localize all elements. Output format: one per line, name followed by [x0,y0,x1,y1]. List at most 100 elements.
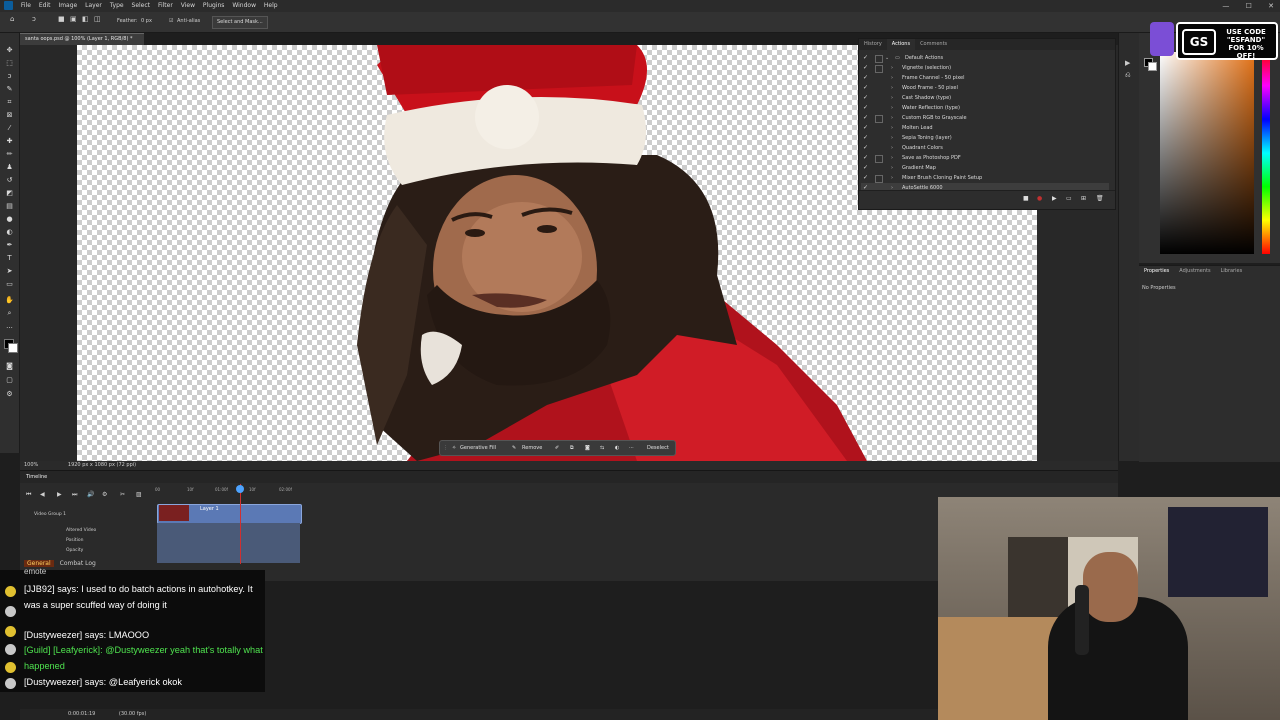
check-icon[interactable]: ✓ [863,63,868,73]
drag-handle-icon[interactable]: ⋮ [443,441,448,455]
healing-brush-tool-icon[interactable]: ✚ [5,138,14,145]
brush-tool-icon[interactable]: ✏ [5,151,14,158]
check-icon[interactable]: ✓ [863,113,868,123]
menu-select[interactable]: Select [129,0,154,12]
chat-channel-icon[interactable] [5,606,16,617]
action-set-row[interactable]: ✓ ⌄ ▭ Default Actions [861,53,1109,63]
tab-adjustments[interactable]: Adjustments [1174,266,1215,277]
chat-scroll-icon[interactable] [5,678,16,689]
collapsed-arrow-icon[interactable]: › [891,103,893,113]
extra-tool-icon[interactable]: ⚙ [5,391,14,398]
subtract-selection-icon[interactable]: ◧ [82,15,89,23]
color-picker-field[interactable] [1160,52,1254,254]
delete-icon[interactable]: 🗑 [1096,195,1104,202]
playhead[interactable] [240,484,241,564]
eraser-tool-icon[interactable]: ◩ [5,190,14,197]
screen-mode-icon[interactable]: ▢ [5,377,14,384]
document-tab[interactable]: santa oops.psd @ 100% (Layer 1, RGB/8) * [20,33,144,45]
action-item[interactable]: ✓ › Mixer Brush Cloning Paint Setup [861,173,1109,183]
check-icon[interactable]: ✓ [863,153,868,163]
check-icon[interactable]: ✓ [863,163,868,173]
close-button[interactable]: ✕ [1268,2,1274,10]
action-item[interactable]: ✓ › Gradient Map [861,163,1109,173]
action-item[interactable]: ✓ › Molten Lead [861,123,1109,133]
add-selection-icon[interactable]: ▣ [70,15,77,23]
more-options-icon[interactable]: ··· [629,441,634,455]
record-icon[interactable]: ● [1037,195,1042,202]
dialog-toggle[interactable] [875,115,883,123]
play-icon[interactable]: ▶ [1052,195,1057,202]
collapsed-arrow-icon[interactable]: › [891,143,893,153]
minimize-button[interactable]: — [1222,2,1229,10]
background-color-swatch[interactable] [8,343,18,353]
action-item[interactable]: ✓ › Custom RGB to Grayscale [861,113,1109,123]
menu-view[interactable]: View [178,0,198,12]
pen-tool-icon[interactable]: ✒ [5,242,14,249]
collapsed-arrow-icon[interactable]: › [891,163,893,173]
gradient-tool-icon[interactable]: ▤ [5,203,14,210]
collapsed-arrow-icon[interactable]: › [891,113,893,123]
blur-tool-icon[interactable]: ● [5,216,14,223]
collapsed-arrow-icon[interactable]: › [891,63,893,73]
track-property[interactable]: Altered Video [66,528,96,533]
generative-fill-button[interactable]: Generative Fill [460,441,496,455]
action-item[interactable]: ✓ › Save as Photoshop PDF [861,153,1109,163]
dialog-toggle[interactable] [875,65,883,73]
check-icon[interactable]: ✓ [863,123,868,133]
new-selection-icon[interactable]: ■ [58,15,65,23]
first-frame-icon[interactable]: ⏮ [26,491,31,499]
quick-select-tool-icon[interactable]: ✎ [5,86,14,93]
stop-icon[interactable]: ■ [1023,195,1029,202]
new-set-icon[interactable]: ▭ [1066,195,1072,202]
intersect-selection-icon[interactable]: ◫ [94,15,101,23]
type-tool-icon[interactable]: T [5,255,14,262]
marquee-tool-icon[interactable]: ⬚ [5,60,14,67]
mask-icon[interactable]: ◙ [585,441,590,455]
collapsed-arrow-icon[interactable]: › [891,123,893,133]
fill-icon[interactable]: ◐ [615,441,619,455]
check-icon[interactable]: ✓ [863,173,868,183]
collapsed-arrow-icon[interactable]: › [891,153,893,163]
maximize-button[interactable]: ☐ [1246,2,1252,10]
menu-help[interactable]: Help [261,0,281,12]
check-icon[interactable]: ✓ [863,103,868,113]
action-item[interactable]: ✓ › Quadrant Colors [861,143,1109,153]
more-tools-icon[interactable]: ··· [5,325,14,332]
action-item[interactable]: ✓ › Water Reflection (type) [861,103,1109,113]
menu-plugins[interactable]: Plugins [200,0,228,12]
rectangle-tool-icon[interactable]: ▭ [5,281,14,288]
play-icon[interactable]: ▶ [57,491,62,498]
collapsed-arrow-icon[interactable]: › [891,173,893,183]
split-icon[interactable]: ✂ [120,491,125,498]
check-icon[interactable]: ✓ [863,133,868,143]
collapsed-arrow-icon[interactable]: › [891,83,893,93]
zoom-level[interactable]: 100% [20,462,38,468]
history-brush-tool-icon[interactable]: ↺ [5,177,14,184]
dodge-tool-icon[interactable]: ◐ [5,229,14,236]
prev-frame-icon[interactable]: ◀ [40,491,45,498]
antialias-checkbox[interactable]: ☑ [169,18,173,24]
dialog-toggle[interactable] [875,175,883,183]
modify-selection-icon[interactable]: ✐ [555,441,559,455]
menu-edit[interactable]: Edit [36,0,54,12]
check-icon[interactable]: ✓ [863,73,868,83]
menu-layer[interactable]: Layer [82,0,105,12]
chat-menu-icon[interactable] [5,586,16,597]
background-swatch[interactable] [1148,62,1157,71]
tab-properties[interactable]: Properties [1139,266,1174,277]
chat-social-icon[interactable] [5,626,16,637]
check-icon[interactable]: ✓ [863,93,868,103]
lasso-tool-icon[interactable]: ↄ [32,15,36,23]
menu-image[interactable]: Image [55,0,80,12]
play-panel-icon[interactable]: ▶ [1125,59,1130,67]
check-icon[interactable]: ✓ [863,143,868,153]
frame-tool-icon[interactable]: ⊠ [5,112,14,119]
action-item[interactable]: ✓ › Vignette (selection) [861,63,1109,73]
chat-voice-icon[interactable] [5,662,16,673]
zoom-tool-icon[interactable]: ⌕ [5,310,14,317]
feather-input[interactable]: 0 px [141,18,152,24]
audio-icon[interactable]: 🔊 [87,491,94,498]
expand-icon[interactable]: ⧉ [570,441,574,455]
clone-stamp-tool-icon[interactable]: ♟ [5,164,14,171]
action-item[interactable]: ✓ › Frame Channel - 50 pixel [861,73,1109,83]
